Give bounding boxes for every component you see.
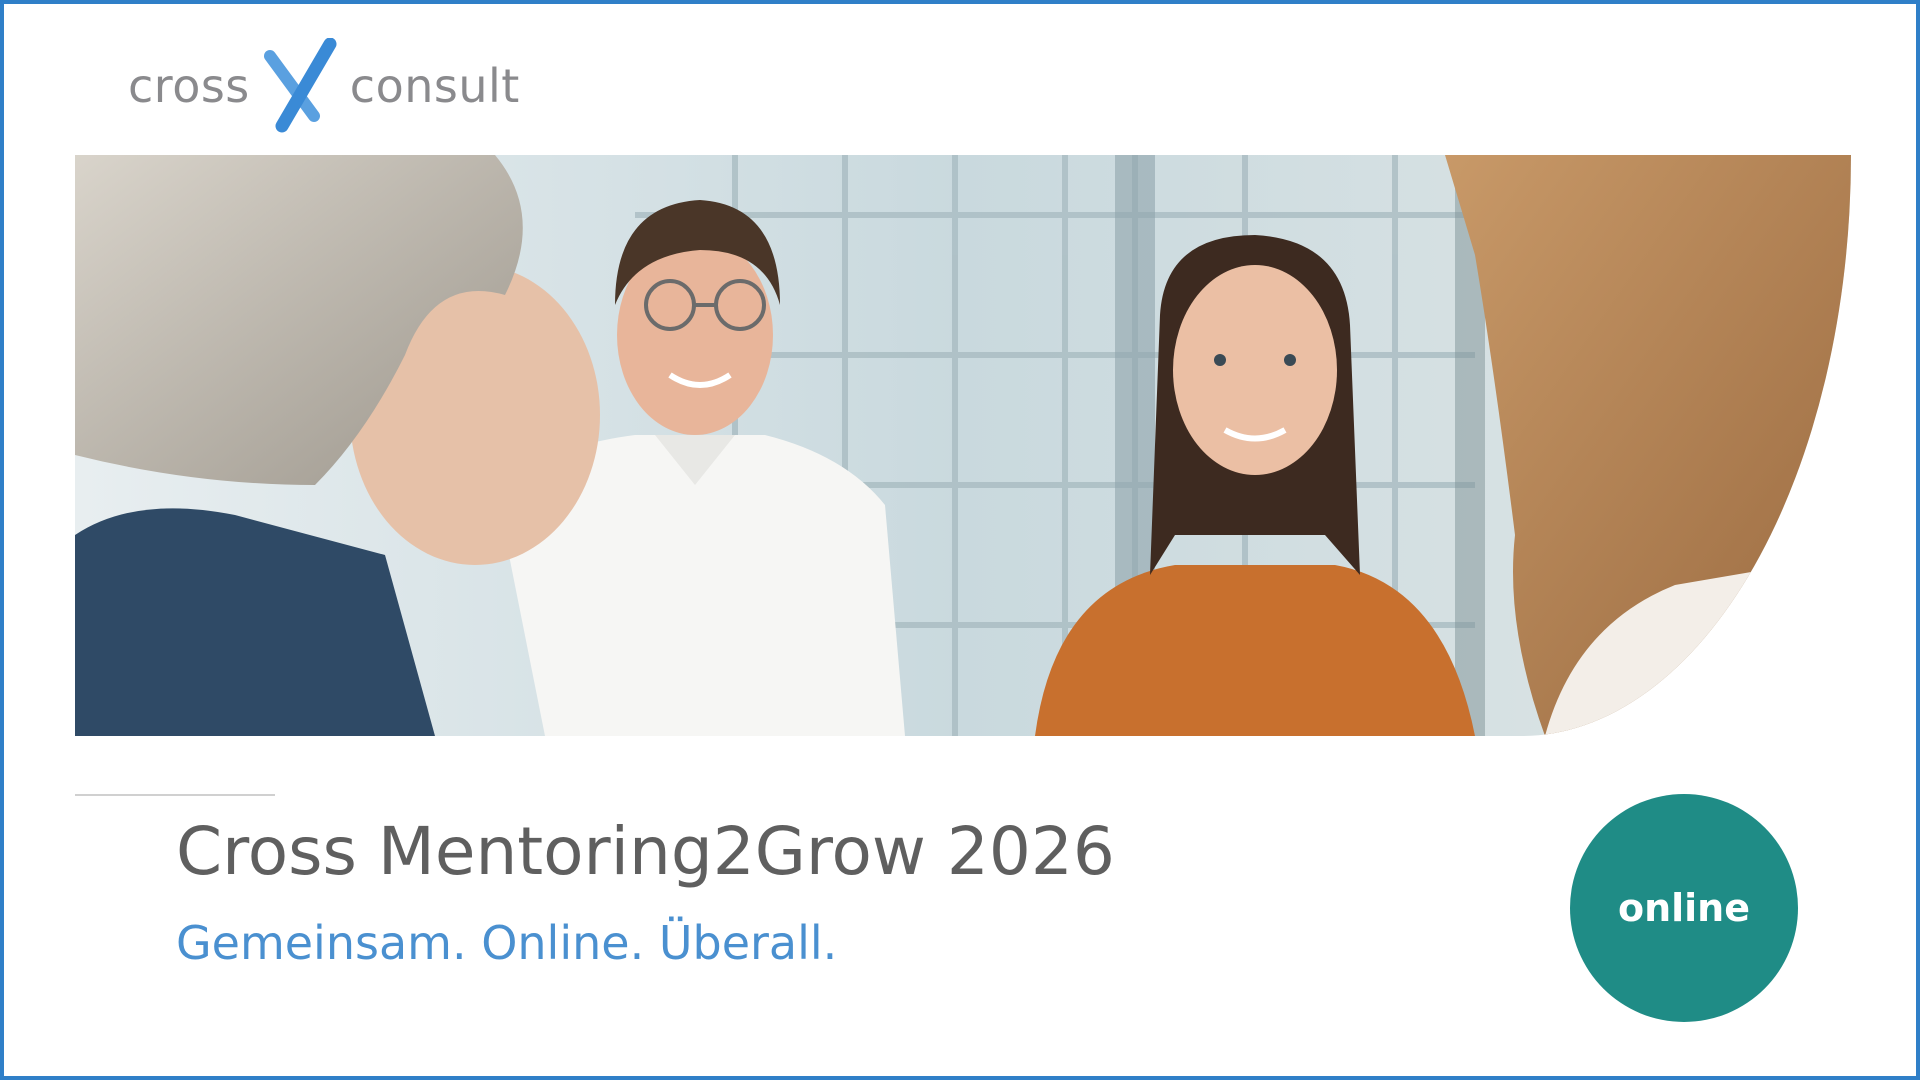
logo-word-right: consult bbox=[349, 59, 520, 113]
document-page: cross consult Cross Mentoring2Grow 2026 … bbox=[0, 0, 1920, 1080]
page-subtitle: Gemeinsam. Online. Überall. bbox=[176, 916, 838, 970]
x-mark-icon bbox=[263, 38, 337, 133]
hero-photo bbox=[75, 155, 1851, 736]
online-badge-label: online bbox=[1617, 886, 1751, 930]
online-badge: online bbox=[1570, 794, 1798, 1022]
title-divider bbox=[75, 794, 275, 796]
crossconsult-logo: cross consult bbox=[128, 38, 548, 134]
logo-word-left: cross bbox=[128, 59, 250, 113]
page-title: Cross Mentoring2Grow 2026 bbox=[176, 813, 1115, 890]
